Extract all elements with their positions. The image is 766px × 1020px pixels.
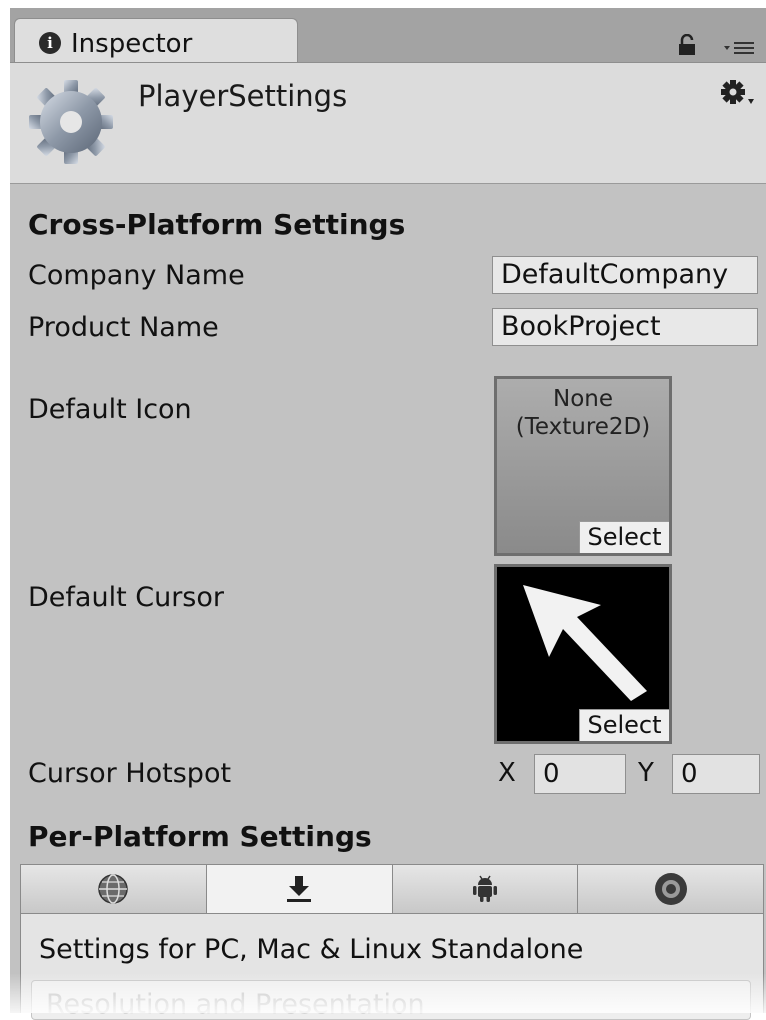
hotspot-y-field[interactable]: 0: [672, 754, 760, 794]
settings-gear-icon[interactable]: [720, 79, 756, 109]
default-icon-select-button[interactable]: Select: [579, 521, 669, 553]
tab-android-platform[interactable]: [392, 865, 579, 913]
player-settings-gear-icon: [29, 80, 113, 164]
hotspot-x-field[interactable]: 0: [534, 754, 626, 794]
cursor-hotspot-label: Cursor Hotspot: [28, 758, 232, 789]
default-icon-none-text: None: [552, 386, 613, 412]
inspector-content: Cross-Platform Settings Company Name Def…: [10, 184, 766, 1020]
default-icon-label: Default Icon: [28, 394, 192, 425]
tab-console-platform[interactable]: [578, 865, 763, 913]
product-name-field[interactable]: BookProject: [492, 308, 758, 346]
lock-icon[interactable]: [676, 34, 698, 56]
default-cursor-select-button[interactable]: Select: [579, 709, 669, 741]
tab-web-platform[interactable]: [21, 865, 207, 913]
bottom-fade: [0, 973, 766, 1013]
cross-platform-heading: Cross-Platform Settings: [28, 208, 406, 241]
product-name-label: Product Name: [28, 312, 219, 343]
globe-icon: [98, 874, 129, 904]
platform-panel-title: Settings for PC, Mac & Linux Standalone: [39, 934, 584, 965]
page-title: PlayerSettings: [138, 79, 348, 113]
tab-inspector[interactable]: i Inspector: [14, 18, 298, 65]
tab-menu-icon[interactable]: [722, 40, 758, 56]
cursor-arrow-icon: [523, 585, 647, 701]
default-cursor-slot[interactable]: Select: [494, 564, 672, 744]
company-name-field[interactable]: DefaultCompany: [492, 256, 758, 294]
hotspot-y-label: Y: [638, 758, 654, 788]
info-icon: i: [39, 32, 61, 54]
platform-tab-bar: [20, 864, 764, 914]
company-name-label: Company Name: [28, 260, 245, 291]
inspector-header: PlayerSettings: [10, 62, 766, 185]
per-platform-heading: Per-Platform Settings: [28, 820, 372, 853]
console-disc-icon: [654, 873, 687, 905]
tab-inspector-label: Inspector: [71, 29, 193, 59]
default-cursor-label: Default Cursor: [28, 582, 224, 613]
default-icon-slot[interactable]: None (Texture2D) Select: [494, 376, 672, 556]
android-icon: [472, 875, 497, 902]
tab-standalone-platform[interactable]: [206, 865, 393, 913]
inspector-tab-bar: i Inspector: [10, 8, 766, 65]
download-icon: [287, 876, 312, 902]
hotspot-x-label: X: [498, 758, 516, 788]
default-icon-type-text: (Texture2D): [515, 414, 651, 440]
